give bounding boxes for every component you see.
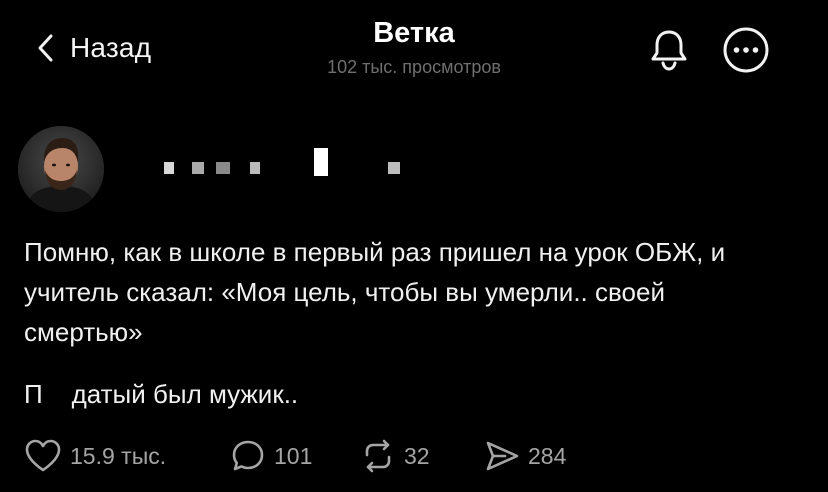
notifications-button[interactable]	[645, 26, 693, 74]
more-icon	[723, 27, 769, 73]
avatar[interactable]	[18, 126, 104, 212]
page-title: Ветка	[373, 17, 455, 49]
comment-count: 101	[274, 442, 313, 469]
like-button[interactable]: 15.9 тыс.	[24, 436, 166, 476]
post-paragraph: П датый был мужик..	[24, 379, 299, 409]
post-body: Помню, как в школе в первый раз пришел н…	[24, 232, 784, 414]
more-button[interactable]	[722, 26, 770, 74]
author-name-redacted[interactable]	[164, 148, 434, 184]
repost-icon	[365, 439, 391, 473]
like-count: 15.9 тыс.	[70, 442, 167, 469]
thread-header: Ветка 102 тыс. просмотров	[214, 14, 614, 78]
comment-bubble-icon	[232, 440, 264, 471]
post-author	[18, 126, 400, 212]
comment-button[interactable]: 101	[230, 436, 312, 476]
avatar-photo	[18, 126, 104, 212]
post-paragraph: Помню, как в школе в первый раз пришел н…	[24, 237, 726, 347]
send-icon	[486, 441, 519, 471]
repost-button[interactable]: 32	[360, 436, 430, 476]
share-button[interactable]: 284	[484, 436, 566, 476]
bell-icon	[651, 30, 687, 71]
back-button[interactable]: Назад	[36, 26, 151, 70]
repost-count: 32	[404, 442, 430, 469]
share-count: 284	[528, 442, 567, 469]
heart-icon	[25, 439, 61, 472]
top-bar: Назад Ветка 102 тыс. просмотров	[0, 0, 828, 100]
back-label: Назад	[70, 32, 152, 63]
view-count: 102 тыс. просмотров	[327, 57, 501, 77]
post-actions: 15.9 тыс. 101 32 284	[24, 436, 804, 476]
chevron-left-icon	[38, 34, 53, 62]
